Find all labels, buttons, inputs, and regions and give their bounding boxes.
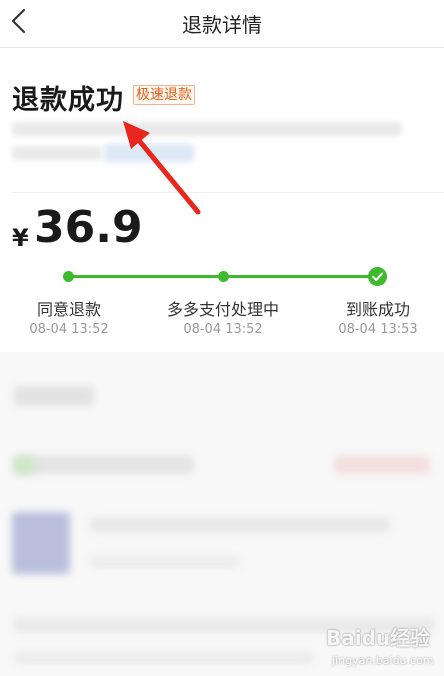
blurred-description-line [12, 122, 402, 136]
step-dot [218, 271, 229, 282]
status-title: 退款成功 [12, 85, 124, 116]
check-circle-icon [368, 267, 387, 286]
progress-line [228, 275, 370, 278]
step-label: 到账成功 [345, 300, 410, 319]
currency-symbol: ¥ [12, 224, 29, 252]
page-title: 退款详情 [182, 13, 262, 37]
blurred-info-row [14, 652, 314, 664]
blurred-contact-button [334, 456, 430, 474]
watermark-url: jingyan.baidu.com [332, 654, 434, 667]
step-time: 08-04 13:53 [338, 322, 418, 337]
blurred-product-title [90, 518, 390, 532]
blurred-product-image [12, 512, 70, 574]
blurred-store-icon [14, 456, 36, 474]
step-dot [63, 271, 74, 282]
watermark-brand: Baidu经验 [326, 626, 431, 650]
step-time: 08-04 13:52 [29, 322, 109, 337]
blurred-product-spec [90, 556, 240, 568]
step-label: 多多支付处理中 [166, 300, 279, 319]
progress-line [73, 275, 218, 278]
step-label: 同意退款 [36, 300, 101, 319]
divider [12, 192, 444, 193]
step-time: 08-04 13:52 [183, 322, 263, 337]
nav-header: 退款详情 [0, 0, 444, 48]
refund-progress: 同意退款 多多支付处理中 到账成功 08-04 13:52 08-04 13:5… [0, 266, 444, 346]
watermark: Baidu经验 jingyan.baidu.com [324, 618, 442, 676]
blurred-section-title [14, 386, 94, 406]
refund-status: 退款成功 极速退款 [12, 78, 195, 117]
amount-value: 36.9 [34, 202, 143, 253]
blurred-description-line [12, 146, 102, 160]
status-badge: 极速退款 [133, 85, 195, 105]
blurred-description-link [104, 144, 194, 162]
blurred-store-row [14, 456, 194, 474]
